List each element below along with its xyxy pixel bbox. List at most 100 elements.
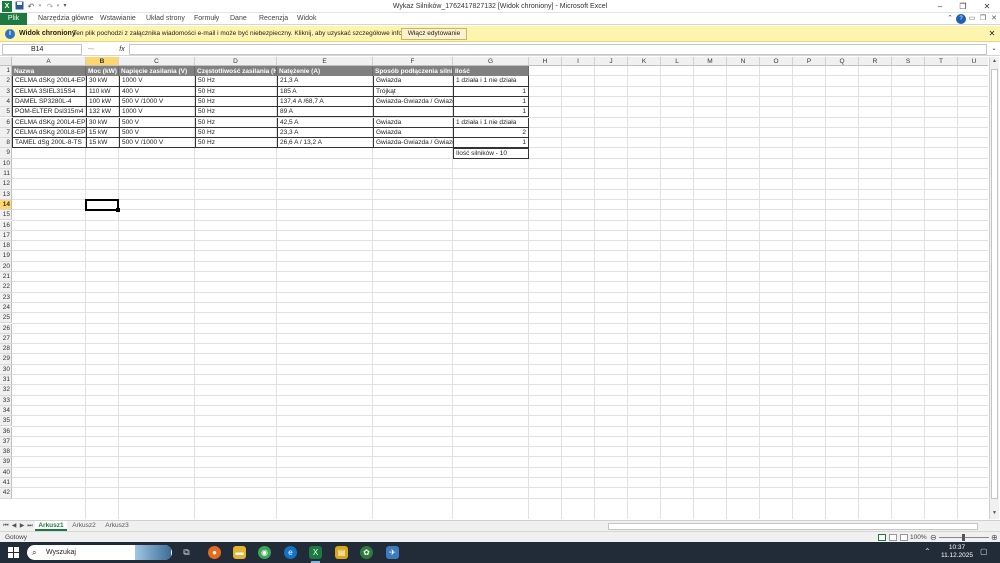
column-header-g[interactable]: G [453,57,529,66]
table-cell[interactable]: 100 kW [86,96,119,108]
header-cell[interactable]: Sposób podłączenia silnika [373,66,453,77]
row-header-33[interactable]: 33 [0,395,12,406]
table-cell[interactable]: CELMA dSKg 200L8-EP [12,127,86,139]
table-cell[interactable]: Gwiazda [373,127,453,139]
row-header-38[interactable]: 38 [0,447,12,458]
vertical-scrollbar[interactable]: ▲ ▼ [989,57,999,519]
windows-start-icon[interactable] [8,547,19,558]
row-header-4[interactable]: 4 [0,96,12,108]
row-header-5[interactable]: 5 [0,107,12,118]
file-explorer-icon[interactable]: ▬ [233,546,246,559]
row-header-22[interactable]: 22 [0,282,12,293]
row-header-20[interactable]: 20 [0,261,12,272]
table-cell[interactable]: 1000 V [119,76,195,87]
table-cell[interactable]: 50 Hz [195,127,277,139]
page-layout-view-icon[interactable] [889,534,897,541]
scroll-up-icon[interactable]: ▲ [990,57,999,66]
row-header-1[interactable]: 1 [0,66,12,77]
column-header-h[interactable]: H [529,57,562,66]
column-header-o[interactable]: O [760,57,793,66]
table-cell[interactable]: 50 Hz [195,96,277,108]
minimize-button[interactable]: – [930,0,950,13]
table-cell[interactable] [373,107,453,118]
sheet-tab-arkusz3[interactable]: Arkusz3 [102,521,132,531]
row-header-42[interactable]: 42 [0,488,12,499]
table-cell[interactable]: TAMEL dSg 200L-8-TS [12,138,86,149]
tab-review[interactable]: Recenzja [259,13,288,25]
row-header-24[interactable]: 24 [0,302,12,314]
page-break-view-icon[interactable] [900,534,908,541]
table-cell[interactable]: 500 V [119,117,195,128]
row-header-23[interactable]: 23 [0,292,12,303]
table-cell[interactable]: 132 kW [86,107,119,118]
row-header-39[interactable]: 39 [0,457,12,468]
table-cell[interactable]: 89 A [277,107,373,118]
table-cell[interactable]: Gwiazda [373,76,453,87]
normal-view-icon[interactable] [878,534,886,541]
column-header-i[interactable]: I [562,57,595,66]
row-header-13[interactable]: 13 [0,189,12,200]
table-cell[interactable]: 500 V /1000 V [119,138,195,149]
row-header-19[interactable]: 19 [0,251,12,262]
column-header-l[interactable]: L [661,57,694,66]
workbook-restore-icon[interactable]: ❐ [978,14,988,24]
tray-chevron-icon[interactable]: ⌃ [924,547,931,556]
workbook-minimize-icon[interactable]: ▭ [967,14,977,24]
column-header-k[interactable]: K [628,57,661,66]
zoom-slider-knob[interactable] [962,534,965,541]
name-box[interactable]: B14 [2,44,82,55]
column-header-r[interactable]: R [859,57,892,66]
chrome-icon[interactable]: ◉ [258,546,271,559]
table-cell[interactable]: 21,3 A [277,76,373,87]
row-header-9[interactable]: 9 [0,148,12,159]
header-cell[interactable]: Nazwa [12,66,86,77]
column-header-d[interactable]: D [195,57,277,66]
edge-icon[interactable]: e [284,546,297,559]
tab-file[interactable]: Plik [0,13,27,25]
table-cell[interactable]: 1 [453,107,529,118]
row-header-37[interactable]: 37 [0,436,12,448]
tab-page-layout[interactable]: Układ strony [146,13,185,25]
sheet-tab-arkusz1[interactable]: Arkusz1 [35,521,67,531]
row-header-2[interactable]: 2 [0,76,12,87]
row-header-14[interactable]: 14 [0,199,12,211]
tab-view[interactable]: Widok [297,13,316,25]
horizontal-scroll-thumb[interactable] [608,523,978,530]
message-bar-close-icon[interactable]: ✕ [987,28,997,40]
row-header-12[interactable]: 12 [0,179,12,190]
vertical-scroll-thumb[interactable] [991,69,998,499]
table-cell[interactable]: Gwiazda [373,117,453,128]
clock-time[interactable]: 10:37 [940,544,974,552]
table-cell[interactable]: Trójkąt [373,86,453,97]
clock-date[interactable]: 11.12.2025 [940,552,974,560]
task-view-icon[interactable]: ⧉ [180,546,193,559]
table-cell[interactable]: 185 A [277,86,373,97]
table-cell[interactable]: 137,4 A /68,7 A [277,96,373,108]
row-header-28[interactable]: 28 [0,344,12,355]
column-header-c[interactable]: C [119,57,195,66]
row-header-32[interactable]: 32 [0,385,12,396]
active-cell-selection[interactable] [85,198,119,212]
maximize-button[interactable]: ❐ [953,0,973,13]
ribbon-collapse-icon[interactable]: ⌃ [945,14,955,24]
table-cell[interactable]: 50 Hz [195,86,277,97]
table-cell[interactable]: CELMA dSKg 200L4-EP [12,117,86,128]
formula-input[interactable] [129,44,987,55]
table-cell[interactable]: 400 V [119,86,195,97]
formula-cancel-icon[interactable]: ⁓ [86,44,96,55]
row-header-40[interactable]: 40 [0,467,12,478]
app-icon-2[interactable]: ✈ [386,546,399,559]
horizontal-scrollbar[interactable] [598,523,988,530]
column-header-m[interactable]: M [694,57,727,66]
row-header-34[interactable]: 34 [0,405,12,417]
table-cell[interactable]: CELMA 3SIEL315S4 [12,86,86,97]
header-cell[interactable]: Natężenie (A) [277,66,373,77]
table-cell[interactable]: 2 [453,127,529,139]
table-cell[interactable]: 1 działa i 1 nie działa [453,76,529,87]
row-header-7[interactable]: 7 [0,127,12,139]
row-header-41[interactable]: 41 [0,478,12,489]
formula-bar-expand-icon[interactable]: ⌄ [990,44,998,55]
table-cell[interactable]: 1000 V [119,107,195,118]
scroll-down-icon[interactable]: ▼ [990,509,999,518]
tab-formulas[interactable]: Formuły [194,13,219,25]
